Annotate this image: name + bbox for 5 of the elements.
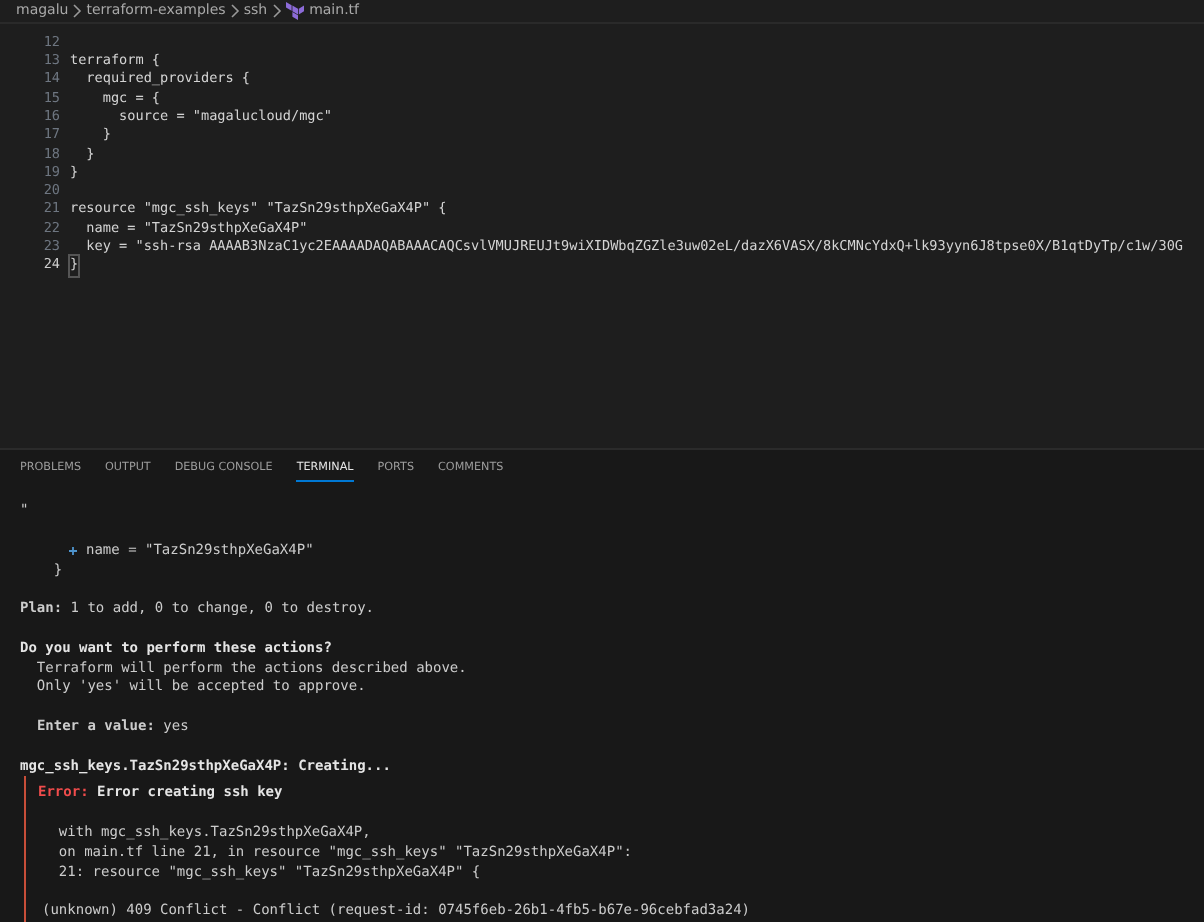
chevron-icon <box>72 3 83 18</box>
plus-icon <box>68 546 78 557</box>
terraform-file-icon <box>285 1 304 20</box>
chevron-icon <box>271 3 282 18</box>
chevron-icon <box>229 3 240 18</box>
